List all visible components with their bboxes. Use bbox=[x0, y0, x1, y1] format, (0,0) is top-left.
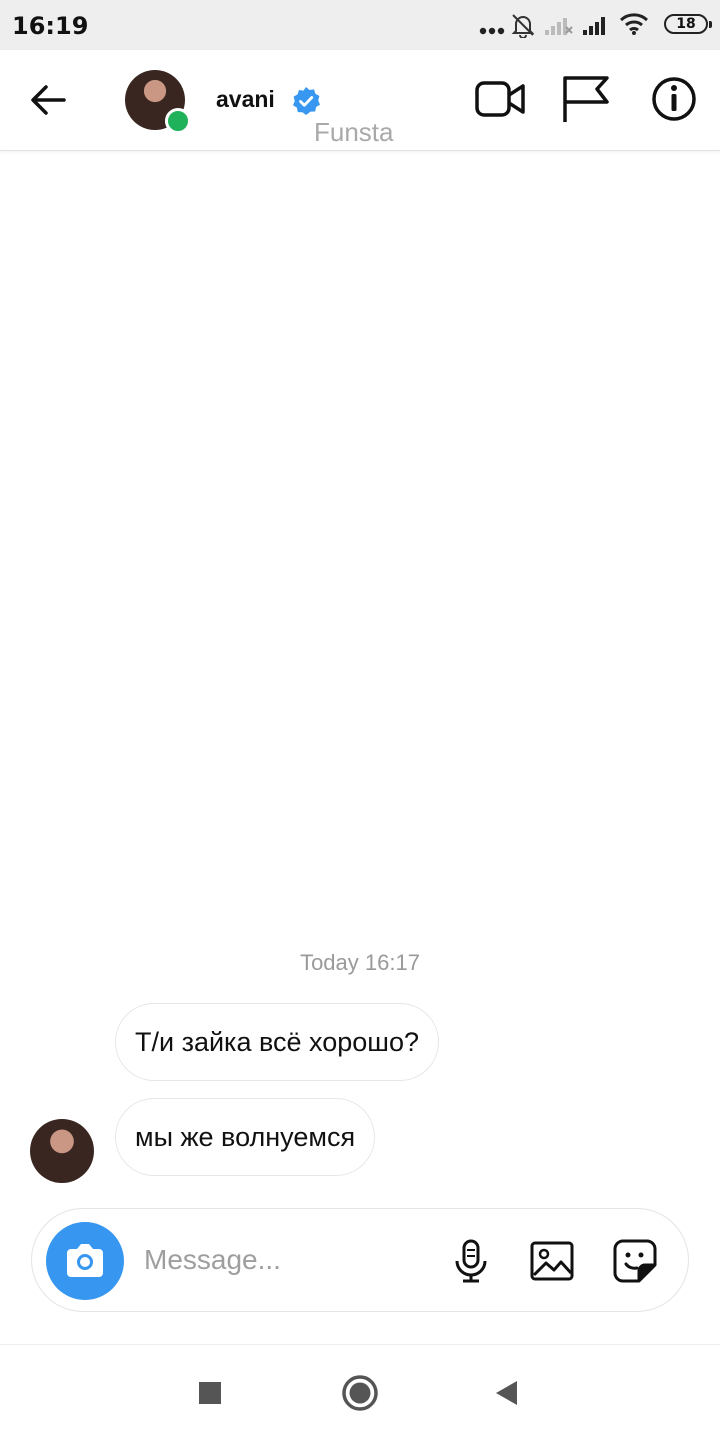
video-call-icon[interactable] bbox=[473, 72, 527, 126]
verified-badge-icon bbox=[293, 87, 320, 115]
wifi-icon bbox=[619, 13, 649, 35]
message-timestamp: Today 16:17 bbox=[300, 950, 420, 975]
bell-muted-icon bbox=[511, 14, 535, 38]
home-circle-icon[interactable] bbox=[338, 1371, 382, 1415]
profile-avatar[interactable] bbox=[125, 70, 191, 134]
flag-icon[interactable] bbox=[559, 72, 613, 126]
system-navigation-bar bbox=[0, 1344, 720, 1441]
camera-button[interactable] bbox=[46, 1222, 124, 1300]
signal-icon bbox=[583, 17, 605, 35]
sender-avatar[interactable] bbox=[30, 1119, 94, 1183]
status-time: 16:19 bbox=[12, 12, 89, 40]
message-bubble[interactable]: Т/и зайка всё хорошо? bbox=[115, 1003, 439, 1081]
battery-level: 18 bbox=[676, 16, 696, 32]
signal-weak-icon bbox=[545, 18, 573, 35]
battery-icon: 18 bbox=[664, 14, 712, 34]
online-status-dot bbox=[165, 108, 191, 134]
sticker-icon[interactable] bbox=[611, 1237, 659, 1285]
account-subtitle: Funsta bbox=[314, 117, 394, 147]
recents-square-icon[interactable] bbox=[188, 1371, 232, 1415]
message-composer bbox=[31, 1208, 689, 1312]
message-input[interactable] bbox=[144, 1237, 424, 1283]
info-icon[interactable] bbox=[647, 72, 701, 126]
camera-icon bbox=[67, 1244, 103, 1277]
username[interactable]: avani bbox=[216, 86, 275, 113]
dots-icon bbox=[479, 27, 505, 35]
message-bubble[interactable]: мы же волнуемся bbox=[115, 1098, 376, 1176]
back-triangle-icon[interactable] bbox=[486, 1371, 530, 1415]
microphone-icon[interactable] bbox=[447, 1237, 495, 1285]
chat-header: avani Funsta bbox=[0, 50, 720, 151]
back-arrow-icon[interactable] bbox=[26, 80, 72, 120]
status-bar: 16:19 18 bbox=[0, 0, 720, 50]
gallery-icon[interactable] bbox=[528, 1237, 576, 1285]
